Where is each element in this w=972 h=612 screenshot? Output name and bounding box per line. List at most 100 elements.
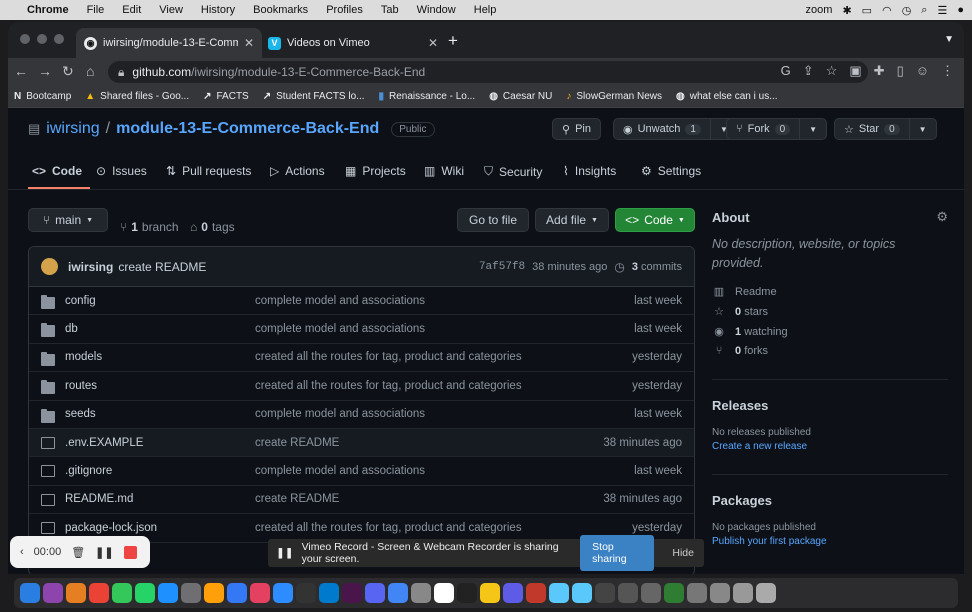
new-tab-icon[interactable]: + [448,31,458,51]
share-icon[interactable]: ⇪ [803,63,814,79]
avatar[interactable] [41,258,58,275]
spotlight-search-icon[interactable]: ⌕ [921,4,927,17]
tab-security[interactable]: ⛉ Security [484,164,542,179]
dock-app-icon[interactable] [572,583,592,603]
dock-app-icon[interactable] [135,583,155,603]
repo-owner-link[interactable]: iwirsing [46,120,99,138]
readme-link[interactable]: ▥ Readme [712,285,948,299]
clock-icon[interactable]: ◷ [902,4,912,17]
tab-pull-requests[interactable]: ⇅ Pull requests [166,164,251,178]
menu-bookmarks[interactable]: Bookmarks [244,4,317,16]
menu-view[interactable]: View [150,4,192,16]
dock-app-icon[interactable] [89,583,109,603]
go-to-file-button[interactable]: Go to file [457,208,529,232]
menu-window[interactable]: Window [408,4,465,16]
dock-app-icon[interactable] [342,583,362,603]
file-name[interactable]: config [65,295,96,307]
trash-icon[interactable]: 🗑︎ [71,546,85,559]
file-commit-message[interactable]: create README [255,493,339,505]
fork-button[interactable]: ⑂ Fork 0 ▼ [726,118,828,140]
table-row[interactable]: config complete model and associations las… [29,287,694,316]
close-tab-icon[interactable]: ✕ [428,36,438,50]
chrome-menu-icon[interactable]: ⋮ [941,63,954,79]
bookmark-bootcamp[interactable]: N Bootcamp [14,91,71,102]
dock-app-icon[interactable] [227,583,247,603]
file-commit-message[interactable]: created all the routes for tag, product … [255,351,522,363]
gear-icon[interactable]: ⚙ [936,209,948,225]
file-commit-message[interactable]: created all the routes for tag, product … [255,522,522,534]
dock-app-icon[interactable] [434,583,454,603]
tab-projects[interactable]: ▦ Projects [345,164,406,178]
tab-issues[interactable]: ⊙ Issues [96,164,147,178]
add-file-button[interactable]: Add file ▼ [535,208,609,232]
tab-github[interactable]: ◉ iwirsing/module-13-E-Commerce ✕ [76,28,262,58]
dock-app-icon[interactable] [687,583,707,603]
bookmark-renaissance[interactable]: ▮ Renaissance - Lo... [379,91,476,102]
chevron-left-icon[interactable]: ‹ [20,546,24,558]
stars-link[interactable]: ☆ 0 stars [712,305,948,319]
branch-select[interactable]: ⑂ main ▼ [28,208,108,232]
menu-history[interactable]: History [192,4,244,16]
publish-package-link[interactable]: Publish your first package [712,536,948,547]
bookmark-what-else[interactable]: ◍ what else can i us... [676,91,778,102]
file-name[interactable]: db [65,323,78,335]
dock-app-icon[interactable] [273,583,293,603]
dock-app-icon[interactable] [411,583,431,603]
dock-app-icon[interactable] [20,583,40,603]
close-tab-icon[interactable]: ✕ [244,36,254,50]
stop-recording-icon[interactable] [123,545,137,559]
bluetooth-icon[interactable]: ✱ [842,4,851,17]
dock-app-icon[interactable] [503,583,523,603]
forward-icon[interactable]: → [38,63,52,79]
tab-search-icon[interactable]: ▼ [944,34,954,45]
tab-settings[interactable]: ⚙ Settings [641,164,701,178]
reload-icon[interactable]: ↻ [62,63,74,80]
table-row[interactable]: .gitignore complete model and association… [29,457,694,486]
bookmark-student-facts[interactable]: ↗ Student FACTS lo... [263,91,365,102]
dock-app-icon[interactable] [158,583,178,603]
file-name[interactable]: package-lock.json [65,522,157,534]
dock-app-icon[interactable] [526,583,546,603]
star-button[interactable]: ☆ Star 0 ▼ [834,118,937,140]
zoom-status-item[interactable]: zoom [806,4,833,16]
commit-message[interactable]: create README [118,260,206,274]
bookmark-caesar[interactable]: ◍ Caesar NU [489,91,552,102]
maximize-window-icon[interactable] [54,34,64,44]
dock-app-icon[interactable] [480,583,500,603]
watching-link[interactable]: ◉ 1 watching [712,325,948,339]
bookmark-star-icon[interactable]: ☆ [826,63,838,79]
file-commit-message[interactable]: complete model and associations [255,408,425,420]
dock-app-icon[interactable] [388,583,408,603]
table-row[interactable]: models created all the routes for tag, pr… [29,344,694,373]
file-name[interactable]: README.md [65,493,133,505]
branches-link[interactable]: ⑂ 1 branch [120,220,179,234]
dock-app-icon[interactable] [664,583,684,603]
releases-heading[interactable]: Releases [712,398,948,413]
packages-heading[interactable]: Packages [712,493,948,508]
address-bar[interactable]: 🔒︎ github.com /iwirsing/module-13-E-Comm… [108,61,868,83]
dock-app-icon[interactable] [112,583,132,603]
commit-author[interactable]: iwirsing [68,260,113,274]
tab-wiki[interactable]: ▥ Wiki [424,164,464,178]
commit-sha[interactable]: 7af57f8 [479,261,525,273]
menu-edit[interactable]: Edit [113,4,150,16]
chevron-down-icon[interactable]: ▼ [799,119,826,139]
file-commit-message[interactable]: created all the routes for tag, product … [255,380,522,392]
file-name[interactable]: routes [65,380,97,392]
table-row[interactable]: README.md create README 38 minutes ago [29,486,694,515]
tags-link[interactable]: ⌂ 0 tags [190,220,235,234]
forks-link[interactable]: ⑂ 0 forks [712,345,948,357]
unwatch-button[interactable]: ◉ Unwatch 1 ▼ [613,118,738,140]
dock-app-icon[interactable] [181,583,201,603]
file-name[interactable]: .gitignore [65,465,112,477]
side-panel-icon[interactable]: ▯ [897,63,904,79]
battery-icon[interactable]: ▭ [862,4,872,17]
pause-icon[interactable]: ❚❚ [95,546,113,559]
tab-actions[interactable]: ▷ Actions [270,164,325,178]
hide-button[interactable]: Hide [662,547,704,559]
dock-app-icon[interactable] [365,583,385,603]
table-row[interactable]: .env.EXAMPLE create README 38 minutes ago [29,428,694,458]
file-name[interactable]: seeds [65,408,96,420]
app-menu[interactable]: Chrome [18,4,78,16]
google-icon[interactable]: G [781,63,791,79]
